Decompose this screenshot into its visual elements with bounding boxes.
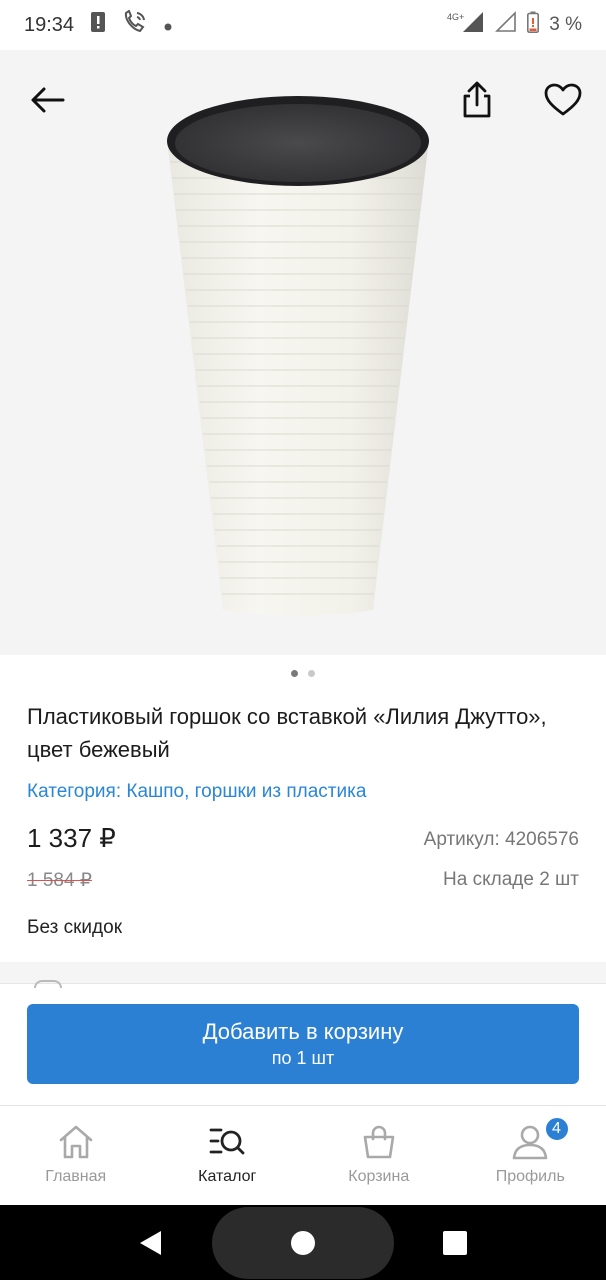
- status-time: 19:34: [24, 13, 75, 36]
- status-bar: 19:34 4G+ 3 %: [0, 0, 606, 50]
- product-image-gallery[interactable]: [0, 50, 606, 655]
- battery-low-icon: [527, 11, 540, 39]
- home-icon: [59, 1125, 93, 1159]
- battery-percent: 3 %: [549, 14, 582, 35]
- alert-icon: [90, 11, 106, 39]
- category-link[interactable]: Категория: Кашпо, горшки из пластика: [27, 781, 366, 803]
- nav-label-home: Главная: [45, 1168, 107, 1185]
- pagination-dot[interactable]: [308, 670, 315, 677]
- profile-badge: 4: [543, 1116, 570, 1142]
- triangle-back-icon: [140, 1231, 161, 1255]
- system-back-button[interactable]: [132, 1225, 168, 1261]
- product-title: Пластиковый горшок со вставкой «Лилия Дж…: [27, 704, 547, 762]
- nav-label-cart: Корзина: [348, 1168, 410, 1185]
- nav-item-cart[interactable]: Корзина: [303, 1106, 455, 1205]
- circle-home-icon: [291, 1231, 315, 1255]
- square-recents-icon: [443, 1231, 467, 1255]
- gallery-pagination: [0, 670, 606, 677]
- share-icon: [463, 81, 491, 118]
- nav-item-catalog[interactable]: Каталог: [152, 1106, 304, 1205]
- nav-item-profile[interactable]: 4 Профиль: [455, 1106, 606, 1205]
- notification-dot-icon: [164, 14, 172, 37]
- add-to-cart-quantity: по 1 шт: [271, 1048, 335, 1068]
- pagination-dot-active[interactable]: [291, 670, 298, 677]
- heart-icon: [544, 83, 582, 116]
- product-page: 19:34 4G+ 3 % Пластиковый горшок со вста…: [0, 0, 606, 1280]
- catalog-search-icon: [209, 1128, 245, 1155]
- signal-4g-icon: 4G+: [447, 10, 485, 40]
- discount-note: Без скидок: [27, 917, 122, 938]
- system-navigation-bar: [0, 1205, 606, 1280]
- system-home-button[interactable]: [285, 1225, 321, 1261]
- bottom-navigation: Главная Каталог Корзина 4 Профиль: [0, 1105, 606, 1205]
- wifi-call-icon: [122, 9, 148, 40]
- nav-label-catalog: Каталог: [198, 1168, 257, 1185]
- favorite-button[interactable]: [541, 78, 585, 122]
- product-image: [0, 50, 606, 655]
- system-recents-button[interactable]: [437, 1225, 473, 1261]
- network-type-label: 4G+: [447, 12, 464, 22]
- back-button[interactable]: [25, 78, 69, 122]
- nav-label-profile: Профиль: [495, 1168, 565, 1185]
- shopping-bag-icon: [363, 1125, 395, 1159]
- signal-empty-icon: [495, 11, 517, 39]
- section-divider: [0, 962, 606, 984]
- arrow-left-icon: [31, 87, 65, 113]
- partial-avatar-icon: [34, 980, 62, 988]
- add-to-cart-label: Добавить в корзину: [202, 1019, 404, 1044]
- add-to-cart-button[interactable]: Добавить в корзину по 1 шт: [27, 1004, 579, 1084]
- stock-status: На складе 2 шт: [443, 869, 579, 890]
- share-button[interactable]: [455, 78, 499, 122]
- nav-item-home[interactable]: Главная: [0, 1106, 152, 1205]
- old-price: 1 584 ₽: [27, 870, 92, 891]
- product-price: 1 337 ₽: [27, 823, 116, 853]
- product-sku: Артикул: 4206576: [423, 829, 579, 850]
